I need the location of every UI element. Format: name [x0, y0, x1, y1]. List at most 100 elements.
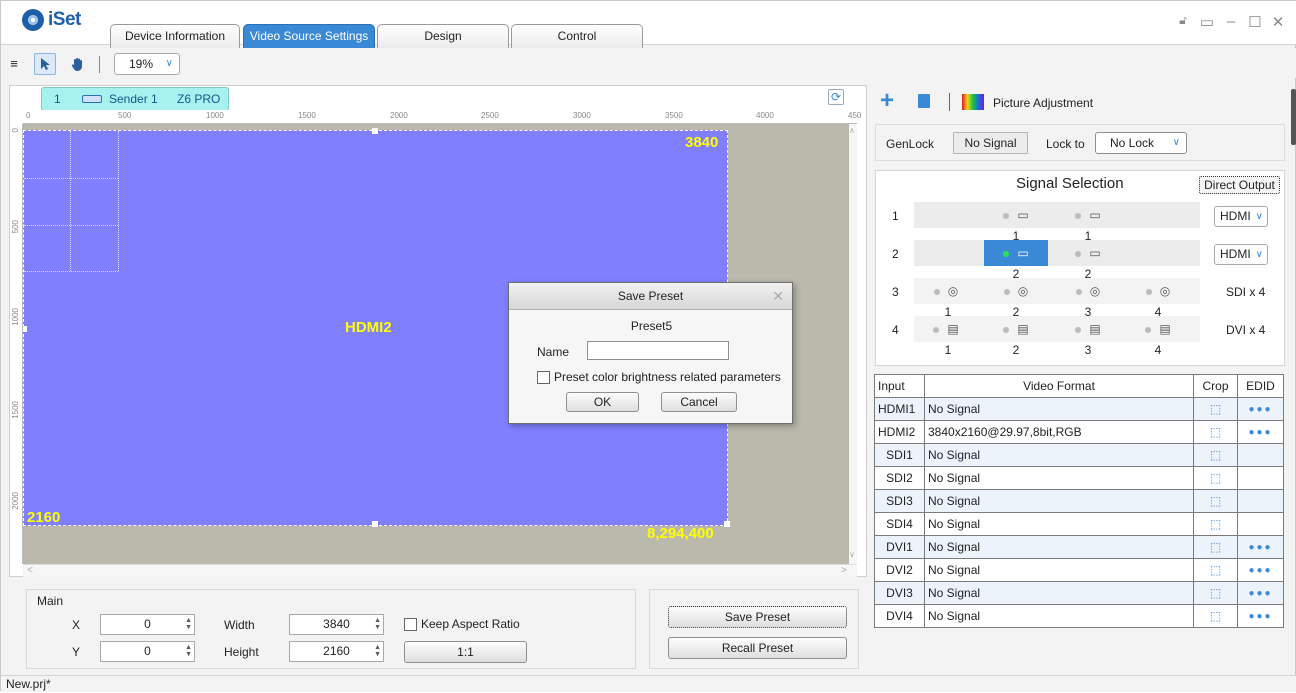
recall-preset-button[interactable]: Recall Preset [668, 637, 847, 659]
ruler-tick: 450 [848, 111, 862, 120]
stepper-arrows-icon[interactable]: ▲ ▼ [185, 617, 192, 631]
x-stepper[interactable]: 0 ▲ ▼ [100, 614, 195, 635]
stepper-arrows-icon[interactable]: ▲ ▼ [185, 644, 192, 658]
crop-icon[interactable]: ⬚ [1193, 535, 1238, 559]
preset-color-checkbox[interactable] [537, 371, 550, 384]
maximize-icon[interactable]: ☐ [1245, 13, 1265, 31]
input-name: SDI2 [874, 466, 925, 490]
edid-more-icon[interactable]: ●●● [1237, 420, 1284, 444]
scroll-down-icon[interactable]: ∨ [849, 550, 855, 559]
direct-output-button[interactable]: Direct Output [1199, 176, 1280, 194]
trash-icon[interactable] [918, 94, 930, 108]
crop-icon[interactable]: ⬚ [1193, 420, 1238, 444]
sdi-port-4[interactable]: ◎ [1126, 278, 1190, 304]
save-preset-button[interactable]: Save Preset [668, 606, 847, 628]
add-icon[interactable]: + [880, 87, 894, 115]
picture-adjustment-label[interactable]: Picture Adjustment [993, 96, 1093, 110]
row1-type-select[interactable]: HDMI ∨ [1214, 206, 1268, 227]
dialog-close-icon[interactable]: ✕ [772, 283, 784, 310]
input-name: DVI2 [874, 558, 925, 582]
resize-handle[interactable] [724, 521, 730, 527]
crop-icon[interactable]: ⬚ [1193, 512, 1238, 536]
zoom-select[interactable]: 19% ∨ [114, 53, 180, 75]
hdmi-port-1[interactable]: ▭ [984, 202, 1048, 228]
ratio-1-1-button[interactable]: 1:1 [404, 641, 527, 663]
ruler-tick: 500 [118, 111, 132, 120]
edid-more-icon[interactable]: ●●● [1237, 397, 1284, 421]
edid-more-icon[interactable]: ●●● [1237, 604, 1284, 628]
stepper-arrows-icon[interactable]: ▲ ▼ [374, 644, 381, 658]
height-stepper[interactable]: 2160 ▲ ▼ [289, 641, 384, 662]
dvi-port-2[interactable]: ▤ [984, 316, 1048, 342]
dvi-port-1[interactable]: ▤ [914, 316, 978, 342]
edid-empty [1237, 512, 1284, 536]
hand-pan-icon[interactable] [67, 53, 89, 75]
edid-more-icon[interactable]: ●●● [1237, 535, 1284, 559]
refresh-icon[interactable]: ⟳ [828, 89, 844, 105]
row1-type-value: HDMI [1220, 209, 1251, 223]
resize-handle[interactable] [372, 128, 378, 134]
lock-to-select[interactable]: No Lock ∨ [1095, 132, 1187, 154]
menu-icon[interactable]: ≡ [7, 53, 21, 75]
table-row[interactable]: HDMI1 No Signal ⬚ ●●● [874, 397, 1284, 421]
port-label: 3 [1084, 343, 1092, 357]
vertical-scrollbar[interactable]: ∧ ∨ [849, 124, 857, 564]
crop-icon[interactable]: ⬚ [1193, 397, 1238, 421]
keep-aspect-label: Keep Aspect Ratio [421, 617, 520, 631]
tab-device-information[interactable]: Device Information [110, 24, 240, 48]
monitor-icon[interactable]: ▭ [1197, 13, 1217, 31]
table-row[interactable]: SDI4 No Signal ⬚ [874, 512, 1284, 536]
tab-video-source-settings[interactable]: Video Source Settings [243, 24, 375, 48]
crop-icon[interactable]: ⬚ [1193, 558, 1238, 582]
sender-badge[interactable]: 1 Sender 1 Z6 PRO [41, 87, 229, 111]
preset-name-input[interactable] [587, 341, 729, 360]
picture-adjustment-icon[interactable] [962, 94, 984, 110]
table-row[interactable]: SDI2 No Signal ⬚ [874, 466, 1284, 490]
width-stepper[interactable]: 3840 ▲ ▼ [289, 614, 384, 635]
select-pointer-icon[interactable] [34, 53, 56, 75]
hdmi-port-2-selected[interactable]: ▭ [984, 240, 1048, 266]
dialog-cancel-button[interactable]: Cancel [661, 392, 737, 412]
edid-more-icon[interactable]: ●●● [1237, 581, 1284, 605]
dvi-port-4[interactable]: ▤ [1126, 316, 1190, 342]
edid-more-icon[interactable]: ●●● [1237, 558, 1284, 582]
table-row[interactable]: SDI1 No Signal ⬚ [874, 443, 1284, 467]
tab-design[interactable]: Design [377, 24, 509, 48]
sdi-port-2[interactable]: ◎ [984, 278, 1048, 304]
sdi-port-3[interactable]: ◎ [1056, 278, 1120, 304]
preset-panel: Save Preset Recall Preset [649, 589, 859, 669]
crop-icon[interactable]: ⬚ [1193, 443, 1238, 467]
dvi-port-3[interactable]: ▤ [1056, 316, 1120, 342]
table-row[interactable]: DVI3 No Signal ⬚ ●●● [874, 581, 1284, 605]
resize-handle[interactable] [372, 521, 378, 527]
resize-handle[interactable] [23, 326, 27, 332]
table-row[interactable]: SDI3 No Signal ⬚ [874, 489, 1284, 513]
crop-icon[interactable]: ⬚ [1193, 466, 1238, 490]
crop-icon[interactable]: ⬚ [1193, 581, 1238, 605]
scroll-left-icon[interactable]: < [27, 565, 33, 576]
status-filename: New.prj* [6, 677, 51, 691]
right-scrollbar-thumb[interactable] [1291, 89, 1296, 145]
keep-aspect-checkbox[interactable] [404, 618, 417, 631]
horizontal-scrollbar[interactable]: < > [23, 564, 857, 577]
stepper-arrows-icon[interactable]: ▲ ▼ [374, 617, 381, 631]
hdmi-port-2b[interactable]: ▭ [1056, 240, 1120, 266]
table-row[interactable]: HDMI2 3840x2160@29.97,8bit,RGB ⬚ ●●● [874, 420, 1284, 444]
table-row[interactable]: DVI2 No Signal ⬚ ●●● [874, 558, 1284, 582]
hdmi-port-1b[interactable]: ▭ [1056, 202, 1120, 228]
crop-icon[interactable]: ⬚ [1193, 604, 1238, 628]
close-icon[interactable]: ✕ [1268, 13, 1288, 31]
tab-control[interactable]: Control [511, 24, 643, 48]
sdi-port-1[interactable]: ◎ [914, 278, 978, 304]
lock-icon[interactable]: 🔓︎ [1173, 13, 1193, 28]
row2-type-select[interactable]: HDMI ∨ [1214, 244, 1268, 265]
table-row[interactable]: DVI4 No Signal ⬚ ●●● [874, 604, 1284, 628]
sender-model: Z6 PRO [177, 92, 221, 106]
dialog-ok-button[interactable]: OK [566, 392, 639, 412]
y-stepper[interactable]: 0 ▲ ▼ [100, 641, 195, 662]
table-row[interactable]: DVI1 No Signal ⬚ ●●● [874, 535, 1284, 559]
scroll-right-icon[interactable]: > [841, 565, 847, 576]
scroll-up-icon[interactable]: ∧ [849, 126, 855, 135]
crop-icon[interactable]: ⬚ [1193, 489, 1238, 513]
minimize-icon[interactable]: – [1221, 13, 1241, 30]
